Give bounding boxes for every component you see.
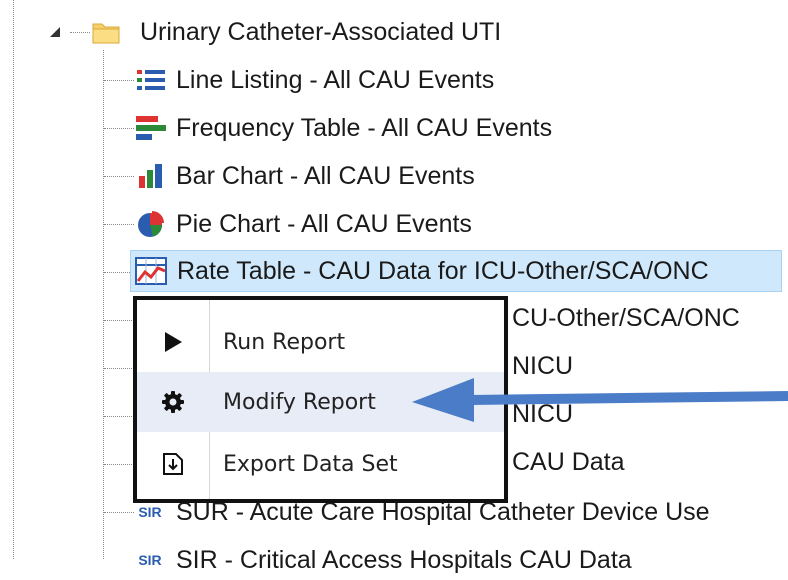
collapse-toggle-icon[interactable] <box>48 24 64 40</box>
tree-folder-cau[interactable]: Urinary Catheter-Associated UTI <box>88 12 501 52</box>
tree-guide-line <box>13 0 14 559</box>
tree-item-rate-table[interactable]: Rate Table - CAU Data for ICU-Other/SCA/… <box>130 250 782 292</box>
obscured-item-fragment[interactable]: CU-Other/SCA/ONC <box>512 304 740 333</box>
tree-connector <box>70 32 90 33</box>
folder-icon <box>88 16 124 48</box>
menu-item-label: Modify Report <box>223 389 376 415</box>
sir-icon: SIR <box>130 544 170 576</box>
tree-item-label: SIR - Critical Access Hospitals CAU Data <box>176 545 632 574</box>
menu-item-label: Export Data Set <box>223 451 398 477</box>
tree-item-label: Frequency Table - All CAU Events <box>176 113 553 142</box>
tree-connector <box>104 464 134 465</box>
tree-connector <box>104 368 134 369</box>
tree-connector <box>104 416 134 417</box>
folder-label: Urinary Catheter-Associated UTI <box>140 17 502 46</box>
obscured-item-fragment[interactable]: CAU Data <box>512 448 625 477</box>
tree-item-pie-chart[interactable]: Pie Chart - All CAU Events <box>130 204 472 244</box>
rate-table-icon <box>131 255 171 287</box>
run-report-menu-item[interactable]: Run Report <box>137 312 504 372</box>
bar-chart-icon <box>130 160 170 192</box>
tree-guide-line <box>103 50 104 559</box>
menu-item-label: Run Report <box>223 329 346 355</box>
tree-item-label: Rate Table - CAU Data for ICU-Other/SCA/… <box>177 256 709 285</box>
tree-item-label: Bar Chart - All CAU Events <box>176 161 475 190</box>
tree-connector <box>104 320 134 321</box>
export-icon <box>137 434 209 494</box>
frequency-table-icon <box>130 112 170 144</box>
tree-item-label: Line Listing - All CAU Events <box>176 65 495 94</box>
tree-item-sir-cah[interactable]: SIR SIR - Critical Access Hospitals CAU … <box>130 540 632 580</box>
sir-icon-text: SIR <box>138 504 162 520</box>
pie-chart-icon <box>130 208 170 240</box>
annotation-arrow-icon <box>412 378 788 422</box>
line-listing-icon <box>130 64 170 96</box>
gear-icon <box>137 372 209 432</box>
sir-icon-text: SIR <box>138 552 162 568</box>
play-icon <box>137 312 209 372</box>
export-data-set-menu-item[interactable]: Export Data Set <box>137 434 504 494</box>
tree-item-label: Pie Chart - All CAU Events <box>176 209 472 238</box>
tree-item-line-listing[interactable]: Line Listing - All CAU Events <box>130 60 494 100</box>
tree-item-bar-chart[interactable]: Bar Chart - All CAU Events <box>130 156 475 196</box>
tree-item-frequency-table[interactable]: Frequency Table - All CAU Events <box>130 108 552 148</box>
